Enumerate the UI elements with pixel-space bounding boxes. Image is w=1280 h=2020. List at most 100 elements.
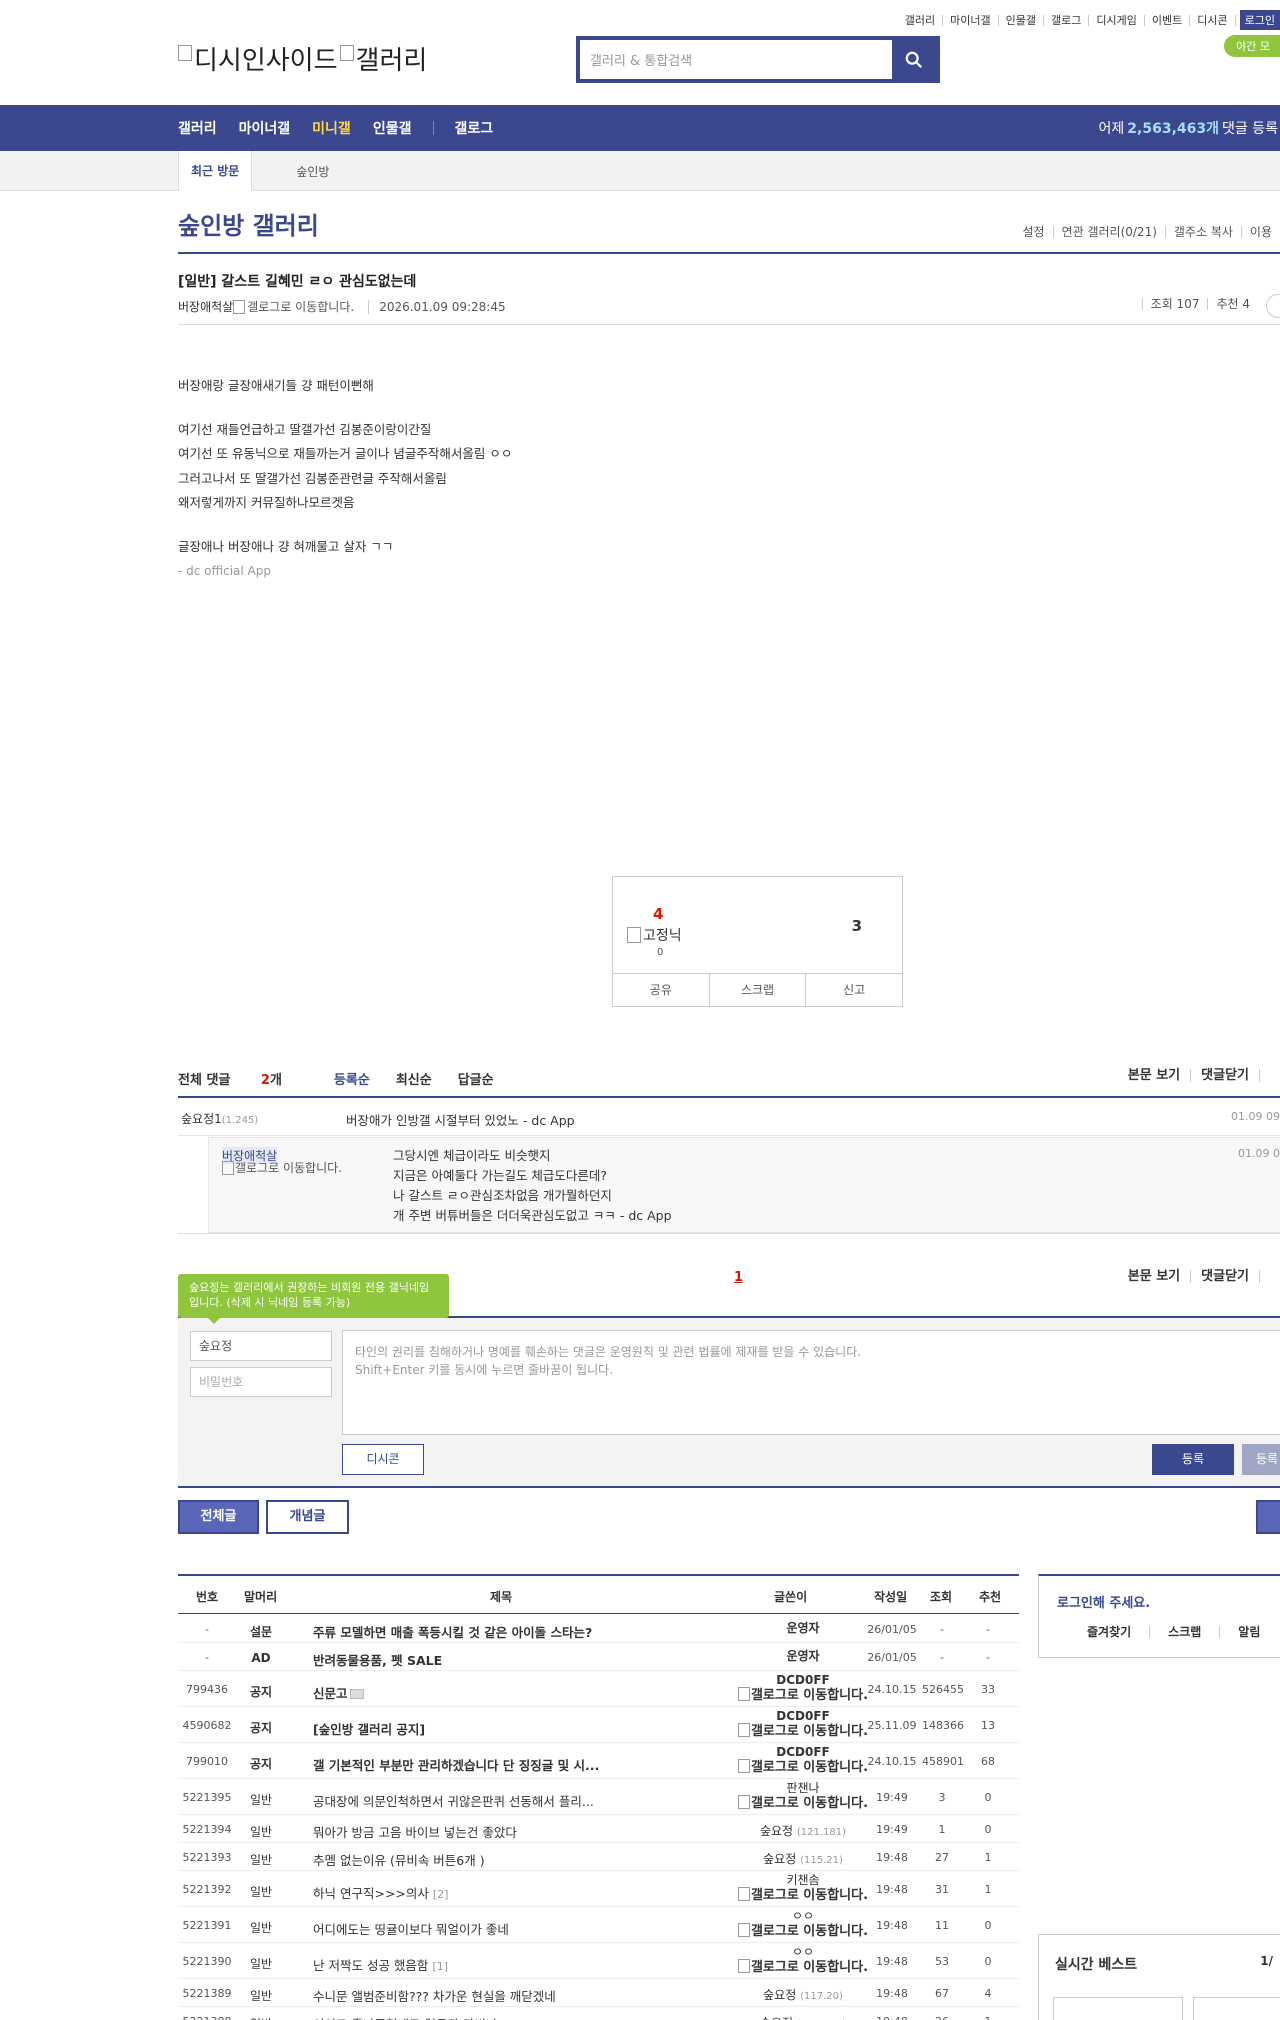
comment-textarea[interactable]: 타인의 권리를 침해하거나 명예를 훼손하는 댓글은 운영원칙 및 관련 법률에… — [342, 1330, 1280, 1435]
sort-registered[interactable]: 등록순 — [334, 1069, 370, 1088]
table-row[interactable]: 4590682 공지 [숲인방 갤러리 공지] DCD0FF 갤로그로 이동합니다. 25… — [178, 1707, 1019, 1743]
fixed-nick-recommend[interactable]: 고정닉 — [627, 925, 682, 945]
nav-mini-gallery[interactable]: 미니갤 — [312, 118, 351, 138]
nav-minor-gallery[interactable]: 마이너갤 — [239, 118, 291, 138]
tab-all-posts[interactable]: 전체글 — [178, 1500, 259, 1534]
table-row[interactable]: 5221389 일반 수니문 앨범준비함??? 차가운 현실을 깨닫겠네 숲요정 (1… — [178, 1979, 1019, 2007]
gallog-link[interactable]: 갤로그로 이동합니다. — [233, 298, 354, 315]
post-writer[interactable]: 버장애척살 — [178, 298, 233, 315]
util-link-event[interactable]: 이벤트 — [1145, 14, 1191, 26]
row-title[interactable]: 이이고 좋냐주협네트 열두칸 라비나 — [313, 2014, 497, 2020]
sort-replies[interactable]: 답글순 — [458, 1069, 494, 1088]
copy-address-link[interactable]: 갤주소 복사 — [1164, 226, 1241, 238]
row-writer[interactable]: 숲요정 — [760, 2016, 793, 2020]
col-recommend: 추천 — [979, 1590, 1002, 1604]
downvote-count[interactable]: 3 — [852, 917, 862, 935]
scrap-button[interactable]: 스크랩 — [708, 974, 806, 1006]
usage-link[interactable]: 이용 — [1240, 226, 1280, 238]
row-title[interactable]: [숲인방 갤러리 공지] — [313, 1719, 425, 1738]
post-line: 그러고나서 또 딸갤가선 김봉준관련글 주작해서올림 — [178, 470, 447, 486]
register-button[interactable]: 등록 — [1152, 1444, 1234, 1475]
comment-date: 01.09 09 — [1231, 1110, 1280, 1123]
row-comment-count[interactable]: [1] — [432, 1960, 448, 1973]
row-title[interactable]: 반려동물용품, 펫 SALE — [313, 1650, 442, 1669]
row-title[interactable]: 난 저짝도 성공 했음함 [1] — [313, 1955, 448, 1974]
table-row[interactable]: 799436 공지 신문고 DCD0FF 갤로그로 이동합니다. 24.10.15 5264… — [178, 1671, 1019, 1707]
nickname-input[interactable]: 숲요정 — [190, 1331, 332, 1361]
nav-gallog[interactable]: 갤로그 — [454, 118, 493, 138]
row-title[interactable]: 갤 기본적인 부분만 관리하겠습니다 단 징징글 및 시... — [313, 1755, 599, 1774]
table-row[interactable]: 5221388일반이이고 좋냐주협네트 열두칸 라비나숲요정 (223.110)… — [178, 2007, 1019, 2020]
close-comments-link[interactable]: 댓글닫기 — [1190, 1069, 1259, 1082]
table-row[interactable]: - AD 반려동물용품, 펫 SALE 운영자 26/01/05- - — [178, 1643, 1019, 1671]
row-title[interactable]: 주류 모델하면 매출 폭등시킬 것 같은 아이돌 스타는? — [313, 1622, 592, 1641]
row-title[interactable]: 추멤 없는이유 (뮤비속 버튼6개 ) — [313, 1850, 485, 1869]
scrap-link[interactable]: 스크랩 — [1149, 1626, 1219, 1638]
util-link-dcgame[interactable]: 디시게임 — [1089, 14, 1145, 26]
row-writer[interactable]: 숲요정 — [763, 1988, 796, 2002]
util-link-gallog[interactable]: 갤로그 — [1044, 14, 1090, 26]
row-writer[interactable]: 숲요정 — [760, 1824, 793, 1838]
share-button[interactable]: 공유 — [613, 974, 709, 1006]
comment-nick[interactable]: 숲요정1(1.245) — [181, 1110, 346, 1129]
table-row[interactable]: 5221391 일반 어디에도는 띵귤이보다 뭐얼이가 좋네 ㅇㅇ 갤로그로 이동합니다… — [178, 1907, 1019, 1943]
post-line: 왜저렇게까지 커뮤질하나모르겟음 — [178, 495, 355, 510]
table-row[interactable]: 5221390 일반 난 저짝도 성공 했음함 [1] ㅇㅇ 갤로그로 이동합니다. 19… — [178, 1943, 1019, 1979]
favorites-link[interactable]: 즐겨찾기 — [1039, 1626, 1149, 1638]
search-button[interactable] — [892, 40, 936, 79]
related-gallery-link[interactable]: 연관 갤러리(0/21) — [1052, 226, 1165, 238]
notification-link[interactable]: 알림 — [1219, 1626, 1278, 1638]
row-title[interactable]: 신문고 — [313, 1683, 364, 1702]
view-body-link[interactable]: 본문 보기 — [1118, 1069, 1190, 1082]
write-button[interactable] — [1256, 1500, 1280, 1534]
close-comments-link[interactable]: 댓글닫기 — [1190, 1270, 1259, 1283]
comment-page-1[interactable]: 1 — [734, 1270, 743, 1285]
view-body-link[interactable]: 본문 보기 — [1118, 1270, 1190, 1283]
row-title[interactable]: 어디에도는 띵귤이보다 뭐얼이가 좋네 — [313, 1919, 509, 1938]
row-title[interactable]: 수니문 앨범준비함??? 차가운 현실을 깨닫겠네 — [313, 1986, 556, 2005]
row-comment-count[interactable]: [2] — [433, 1888, 449, 1901]
login-prompt[interactable]: 로그인해 주세요. — [1057, 1592, 1150, 1611]
table-row[interactable]: 799010 공지 갤 기본적인 부분만 관리하겠습니다 단 징징글 및 시... D… — [178, 1743, 1019, 1779]
row-recommend: 0 — [984, 1791, 992, 1804]
gallery-title[interactable]: 숲인방 갤러리 — [178, 206, 319, 241]
refresh-link[interactable] — [1259, 1270, 1280, 1283]
password-input[interactable]: 비밀번호 — [190, 1367, 332, 1397]
row-title[interactable]: 하닉 연구직>>>의사 [2] — [313, 1883, 448, 1902]
search-input[interactable]: 갤러리 & 통합검색 — [580, 40, 892, 79]
reply-gallog-link[interactable]: 갤로그로 이동합니다. — [222, 1161, 352, 1175]
gallery-settings-link[interactable]: 설정 — [1014, 226, 1052, 238]
table-row[interactable]: 5221392 일반 하닉 연구직>>>의사 [2] 키챈솜 갤로그로 이동합니다. 19… — [178, 1871, 1019, 1907]
best-card[interactable] — [1053, 1997, 1183, 2020]
row-title[interactable]: 공대장에 의문인척하면서 귀않은판퀴 선동해서 플리... — [313, 1791, 594, 1810]
row-number: - — [205, 1623, 209, 1636]
tab-concept-posts[interactable]: 개념글 — [266, 1500, 349, 1534]
sort-latest[interactable]: 최신순 — [396, 1069, 432, 1088]
refresh-link[interactable] — [1259, 1069, 1280, 1082]
report-button[interactable]: 신고 — [805, 974, 902, 1006]
util-link-person[interactable]: 인물갤 — [999, 14, 1045, 26]
table-row[interactable]: 5221394 일반 뭐아가 방금 고음 바이브 넣는건 좋았다 숲요정 (121.1… — [178, 1815, 1019, 1843]
row-views: 26 — [922, 2015, 962, 2020]
recent-visit-tab[interactable]: 최근 방문 — [178, 151, 253, 191]
table-row[interactable]: - 설문 주류 모델하면 매출 폭등시킬 것 같은 아이돌 스타는? 운영자 26/01… — [178, 1615, 1019, 1643]
nav-gallery[interactable]: 갤러리 — [178, 118, 217, 138]
row-writer[interactable]: 숲요정 — [763, 1852, 796, 1866]
row-title[interactable]: 뭐아가 방금 고음 바이브 넣는건 좋았다 — [313, 1822, 517, 1841]
site-logo[interactable]: 디시인사이드 갤러리 — [178, 40, 427, 77]
more-options-button[interactable] — [1266, 294, 1280, 318]
table-row[interactable]: 5221395 일반 공대장에 의문인척하면서 귀않은판퀴 선동해서 플리... 판챈… — [178, 1779, 1019, 1815]
night-mode-toggle[interactable]: 야간 모 — [1224, 35, 1280, 57]
best-card[interactable] — [1193, 1997, 1280, 2020]
realtime-best-page[interactable]: 1/ — [1260, 1954, 1273, 1968]
util-link-gallery[interactable]: 갤러리 — [898, 14, 944, 26]
register-recommend-button[interactable]: 등록 — [1242, 1444, 1280, 1475]
dccon-button[interactable]: 디시콘 — [342, 1444, 424, 1475]
recent-gallery-link[interactable]: 숲인방 — [296, 163, 329, 180]
util-link-dccon[interactable]: 디시콘 — [1190, 14, 1236, 26]
login-button[interactable]: 로그인 — [1239, 10, 1280, 30]
table-row[interactable]: 5221393 일반 추멤 없는이유 (뮤비속 버튼6개 ) 숲요정 (115.21)… — [178, 1843, 1019, 1871]
upvote-count[interactable]: 4 — [653, 905, 663, 923]
util-link-minor[interactable]: 마이너갤 — [943, 14, 999, 26]
nav-person-gallery[interactable]: 인물갤 — [373, 118, 412, 138]
